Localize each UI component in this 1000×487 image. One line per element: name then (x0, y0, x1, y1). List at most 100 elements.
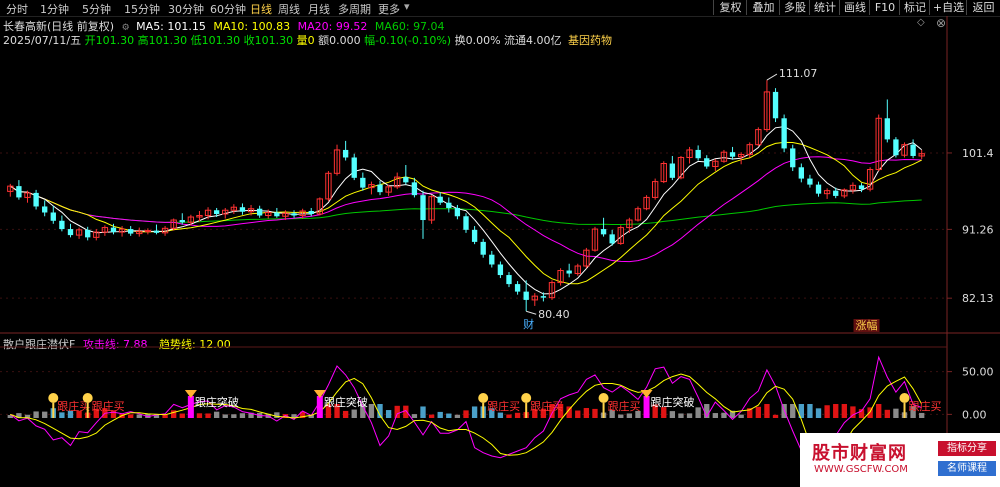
ohlc-info-line: 2025/07/11/五 开101.30 高101.30 低101.30 收10… (3, 32, 612, 48)
candle-body (67, 229, 74, 236)
chevron-down-icon[interactable]: ▾ (404, 0, 410, 13)
signal-histogram-bar (368, 404, 375, 418)
attack-line (10, 355, 922, 484)
chart-canvas[interactable]: 111.0780.40财 涨幅 跟庄买 跟庄买 跟庄突破 跟庄突破 跟庄买 跟庄买 跟庄买 跟庄… (0, 0, 1000, 487)
candle-body (720, 151, 728, 162)
teacher-course-button[interactable]: 名师课程 (938, 461, 996, 476)
signal-histogram-bar (145, 413, 151, 418)
signal-histogram-bar (102, 408, 108, 418)
signal-histogram-bar (790, 404, 796, 418)
signal-histogram-bar (420, 406, 426, 418)
candle-body (858, 185, 865, 190)
turnover-label: 换 (454, 34, 466, 47)
timeframe-weekly[interactable]: 周线 (278, 1, 300, 17)
signal-histogram-bar (669, 411, 676, 418)
signal-histogram-bar (833, 404, 839, 418)
candle-body (230, 206, 238, 211)
adjust-button[interactable]: 复权 (713, 0, 747, 15)
signal-histogram-bar (901, 412, 908, 418)
signal-histogram-bar (575, 410, 581, 418)
candle-body (695, 149, 701, 159)
candle-body (93, 231, 100, 238)
candle-body (875, 117, 882, 171)
candle-body (643, 196, 650, 210)
signal-histogram-bar (566, 406, 572, 418)
signal-histogram-bar (712, 413, 719, 418)
multi-stock-button[interactable]: 多股 (779, 0, 810, 15)
buy-marker-stem (86, 403, 89, 418)
timeframe-30min[interactable]: 30分钟 (168, 1, 204, 17)
watermark-title: 股市财富网 (812, 443, 907, 464)
signal-histogram-bar (50, 408, 56, 418)
signal-histogram-bar (76, 410, 82, 418)
candle-body (239, 207, 246, 212)
candle-body (677, 156, 685, 179)
timeframe-1min[interactable]: 1分钟 (40, 1, 69, 17)
volume-label: 量 (296, 34, 308, 47)
timeframe-5min[interactable]: 5分钟 (82, 1, 111, 17)
signal-histogram-bar (16, 413, 22, 418)
candle-body (737, 153, 745, 158)
signal-histogram-bar (721, 412, 727, 418)
indicator-name[interactable]: 散户跟庄潜伏F (3, 338, 75, 351)
f10-button[interactable]: F10 (869, 0, 900, 15)
signal-histogram-bar (514, 412, 521, 418)
overlay-button[interactable]: 叠加 (746, 0, 780, 15)
draw-line-button[interactable]: 画线 (839, 0, 870, 15)
price-pane[interactable]: 111.07 80.40 财 涨幅 (7, 67, 925, 332)
share-indicator-button[interactable]: 指标分享 (938, 441, 996, 456)
mark-button[interactable]: 标记 (899, 0, 930, 15)
timeframe-15min[interactable]: 15分钟 (124, 1, 160, 17)
breakout-signal-label: 跟庄突破 (651, 395, 695, 409)
pane-close-icon[interactable]: ⊗ (936, 16, 946, 30)
candle-body (42, 206, 48, 213)
candle-body (282, 212, 289, 217)
signal-histogram-bar (7, 415, 13, 418)
money-bag-icon (598, 393, 609, 403)
add-watchlist-button[interactable]: +自选 (929, 0, 967, 15)
signal-histogram-bar (265, 413, 271, 418)
turnover-value: 0.00% (465, 34, 501, 47)
ma60-line (10, 185, 922, 225)
surge-event-bg (853, 319, 880, 332)
signal-histogram-bar (807, 404, 813, 418)
signal-histogram-bar (695, 407, 701, 418)
signal-histogram-bar (626, 413, 633, 418)
signal-histogram-bar (325, 404, 332, 418)
signal-histogram-bar (764, 404, 770, 418)
y-axis: 82.13 91.26 101.4 0.00 50.00 (947, 147, 994, 421)
candle-body (299, 210, 306, 217)
timeframe-60min[interactable]: 60分钟 (210, 1, 246, 17)
timeframe-multi[interactable]: 多周期 (338, 1, 371, 17)
candle-body (256, 208, 263, 216)
timeframe-more[interactable]: 更多 (378, 1, 400, 17)
candle-body (746, 144, 753, 155)
sector-link[interactable]: 基因药物 (568, 34, 612, 47)
back-button[interactable]: 返回 (966, 0, 1000, 15)
timeframe-intraday[interactable]: 分时 (6, 1, 28, 17)
candle-body (291, 213, 297, 216)
diamond-icon (184, 390, 197, 398)
watermark-url: WWW.GSCFW.COM (814, 464, 908, 475)
money-bag-icon (82, 393, 93, 403)
signal-histogram-bar (342, 410, 349, 418)
signal-histogram-bar (686, 413, 693, 418)
candle-body (823, 190, 831, 195)
candle-body (463, 216, 469, 230)
candle-body (196, 215, 203, 218)
close-value: 101.30 (254, 34, 294, 47)
indicator-info-line: 散户跟庄潜伏F 攻击线: 7.88 趋势线: 12.00 (3, 336, 231, 352)
statistics-button[interactable]: 统计 (809, 0, 840, 15)
signal-histogram-bar (274, 412, 280, 418)
pane-settings-icon[interactable]: ◇ (917, 17, 925, 28)
candle-body (763, 91, 771, 131)
price-tick-label: 101.4 (962, 147, 994, 160)
signal-histogram-bar (850, 406, 856, 418)
signal-histogram-bar (618, 414, 624, 418)
candle-body (136, 230, 143, 235)
money-bag-icon (899, 393, 910, 403)
signal-histogram-bar (446, 413, 452, 418)
high-marker-line (766, 73, 778, 81)
timeframe-daily[interactable]: 日线 (250, 1, 272, 17)
timeframe-monthly[interactable]: 月线 (308, 1, 330, 17)
